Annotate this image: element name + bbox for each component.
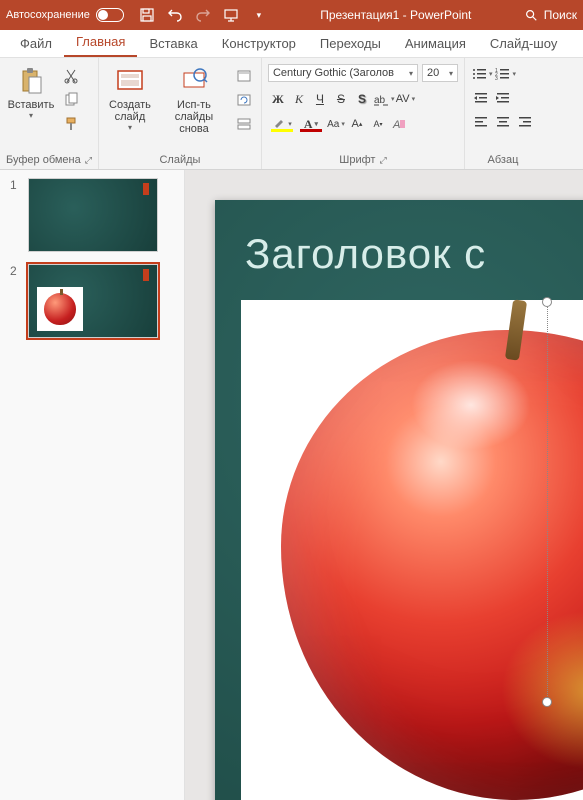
image-placeholder[interactable] (241, 300, 583, 800)
italic-button[interactable]: К (289, 88, 309, 110)
paste-label: Вставить (8, 99, 55, 111)
reset-button[interactable] (233, 89, 255, 111)
slide[interactable]: Заголовок с (215, 200, 583, 800)
search-icon (524, 8, 538, 22)
font-color-button[interactable]: A▾ (297, 113, 325, 135)
section-button[interactable] (233, 113, 255, 135)
thumbnail-2[interactable]: 2 (10, 264, 174, 338)
highlight-color-button[interactable]: ▾ (268, 113, 296, 135)
font-name-value: Century Gothic (Заголов (273, 67, 394, 79)
apple-image (281, 330, 583, 800)
decrease-indent-button[interactable] (471, 87, 491, 109)
workspace: 1 2 Заголовок с (0, 170, 583, 800)
grow-font-button[interactable]: A▴ (347, 113, 367, 135)
font-name-select[interactable]: Century Gothic (Заголов ▾ (268, 64, 418, 82)
thumb-preview (28, 178, 158, 252)
strikethrough-button[interactable]: S (331, 88, 351, 110)
chevron-down-icon: ▾ (128, 123, 132, 132)
autosave-label: Автосохранение (6, 9, 90, 21)
paste-icon (15, 65, 47, 97)
titlebar: Автосохранение ▾ Презентация1 - PowerPoi… (0, 0, 583, 30)
clipboard-launcher[interactable]: ⤢ (85, 155, 92, 166)
group-clipboard: Вставить ▾ Буфер обмена ⤢ (0, 58, 99, 169)
slide-canvas[interactable]: Заголовок с (185, 170, 583, 800)
align-center-button[interactable] (493, 111, 513, 133)
font-launcher[interactable]: ⤢ (379, 155, 386, 166)
ribbon: Вставить ▾ Буфер обмена ⤢ Создать слайд … (0, 58, 583, 170)
group-slides: Создать слайд ▾ Исп-ть слайды снова Слай… (99, 58, 262, 169)
slide-title[interactable]: Заголовок с (245, 230, 583, 278)
group-paragraph-label: Абзац (488, 154, 519, 166)
increase-indent-button[interactable] (493, 87, 513, 109)
paste-button[interactable]: Вставить ▾ (6, 61, 56, 120)
group-font-label: Шрифт (339, 154, 375, 166)
bullets-button[interactable]: ▾ (471, 63, 493, 85)
thumb-preview (28, 264, 158, 338)
reuse-slides-icon (178, 65, 210, 97)
format-painter-button[interactable] (60, 113, 82, 135)
align-left-button[interactable] (471, 111, 491, 133)
toggle-switch[interactable] (96, 8, 124, 22)
bold-button[interactable]: Ж (268, 88, 288, 110)
svg-text:ab: ab (374, 95, 386, 106)
clear-formatting-button[interactable]: A (389, 113, 409, 135)
tab-transitions[interactable]: Переходы (308, 31, 393, 57)
layout-button[interactable] (233, 65, 255, 87)
reuse-slides-label: Исп-ть слайды снова (159, 99, 229, 135)
align-right-button[interactable] (515, 111, 535, 133)
thumb-number: 2 (10, 264, 20, 338)
save-icon[interactable] (138, 6, 156, 24)
font-size-select[interactable]: 20 ▾ (422, 64, 458, 82)
thumbnail-1[interactable]: 1 (10, 178, 174, 252)
shrink-font-button[interactable]: A▾ (368, 113, 388, 135)
cut-button[interactable] (60, 65, 82, 87)
group-paragraph: ▾ 123▾ Абзац (465, 58, 541, 169)
group-clipboard-label: Буфер обмена (6, 154, 81, 166)
ribbon-tabs: Файл Главная Вставка Конструктор Переход… (0, 30, 583, 58)
font-size-value: 20 (427, 67, 439, 79)
tab-slideshow[interactable]: Слайд-шоу (478, 31, 569, 57)
undo-icon[interactable] (166, 6, 184, 24)
search-label: Поиск (544, 8, 577, 22)
tab-design[interactable]: Конструктор (210, 31, 308, 57)
shadow-button[interactable]: S (352, 88, 372, 110)
chevron-down-icon: ▾ (449, 69, 453, 78)
svg-text:A: A (392, 119, 400, 131)
new-slide-button[interactable]: Создать слайд ▾ (105, 61, 155, 132)
present-icon[interactable] (222, 6, 240, 24)
char-spacing-button[interactable]: ab▾ (373, 88, 395, 110)
quick-access-toolbar: ▾ (138, 6, 268, 24)
redo-icon[interactable] (194, 6, 212, 24)
tab-insert[interactable]: Вставка (137, 31, 209, 57)
numbering-button[interactable]: 123▾ (494, 63, 516, 85)
group-slides-label: Слайды (159, 154, 200, 166)
svg-text:3: 3 (495, 76, 498, 81)
document-title: Презентация1 - PowerPoint (268, 8, 524, 22)
group-font: Century Gothic (Заголов ▾ 20 ▾ Ж К Ч S S a… (262, 58, 465, 169)
underline-button[interactable]: Ч (310, 88, 330, 110)
new-slide-label: Создать слайд (109, 99, 151, 123)
autosave-toggle[interactable]: Автосохранение (6, 8, 124, 22)
thumb-number: 1 (10, 178, 20, 252)
slide-thumbnails-panel: 1 2 (0, 170, 185, 800)
chevron-down-icon: ▾ (409, 69, 413, 78)
tab-animations[interactable]: Анимация (393, 31, 478, 57)
chevron-down-icon: ▾ (29, 111, 33, 120)
reuse-slides-button[interactable]: Исп-ть слайды снова (159, 61, 229, 135)
new-slide-icon (114, 65, 146, 97)
tab-home[interactable]: Главная (64, 29, 137, 57)
tab-file[interactable]: Файл (8, 31, 64, 57)
qat-dropdown-icon[interactable]: ▾ (250, 6, 268, 24)
search-button[interactable]: Поиск (524, 8, 577, 22)
change-case2-button[interactable]: Aa▾ (326, 113, 346, 135)
copy-button[interactable] (60, 89, 82, 111)
change-case-button[interactable]: AV▾ (395, 88, 415, 110)
